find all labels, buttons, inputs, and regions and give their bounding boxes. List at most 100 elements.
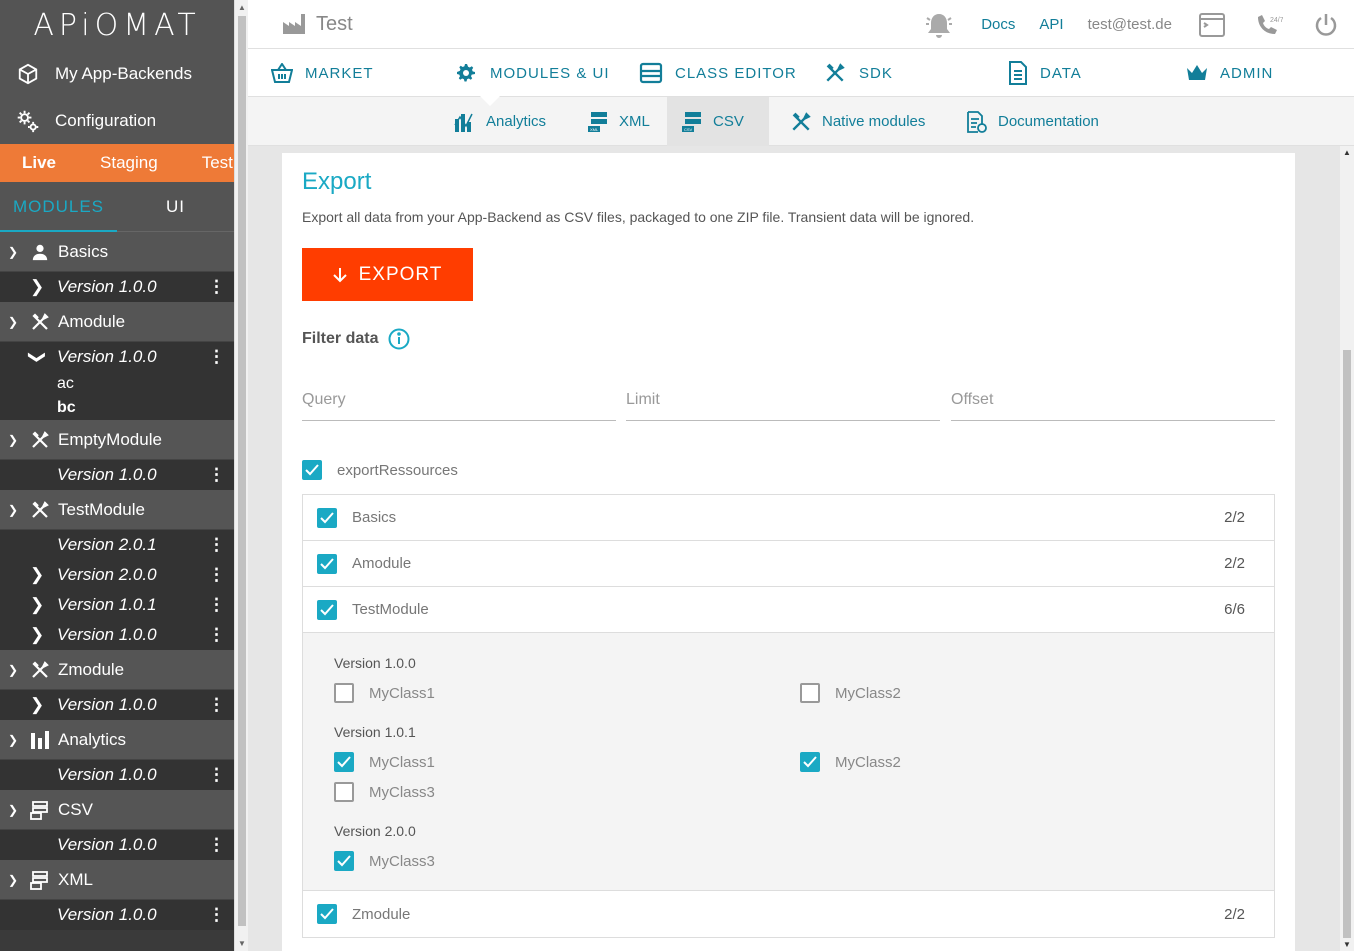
module-checkbox[interactable]: [317, 904, 337, 924]
module-checkbox[interactable]: [317, 599, 337, 620]
apiomat-logo[interactable]: APiOMAT: [0, 0, 234, 50]
module-emptymodule[interactable]: ❯ EmptyModule: [0, 420, 234, 460]
version-row[interactable]: Version 1.0.0 ⋮: [0, 830, 234, 860]
module-csv[interactable]: ❯ CSV: [0, 790, 234, 830]
nav-market[interactable]: MARKET: [271, 49, 374, 97]
subnav-native-modules[interactable]: Native modules: [776, 97, 939, 146]
export-resources-checkbox[interactable]: [302, 460, 322, 480]
more-vert-icon[interactable]: ⋮: [208, 465, 225, 485]
limit-input[interactable]: [626, 391, 940, 409]
more-vert-icon[interactable]: ⋮: [208, 625, 225, 645]
export-button[interactable]: EXPORT: [302, 248, 473, 301]
version-row[interactable]: Version 2.0.1 ⋮: [0, 530, 234, 560]
version-row[interactable]: ❯ Version 1.0.0 ⋮: [0, 272, 234, 302]
query-input[interactable]: [302, 391, 616, 409]
class-checkbox[interactable]: [800, 683, 820, 703]
docs-link[interactable]: Docs: [981, 16, 1015, 33]
more-vert-icon[interactable]: ⋮: [208, 765, 225, 785]
more-vert-icon[interactable]: ⋮: [208, 905, 225, 925]
version-row[interactable]: ❯ Version 1.0.0 ⋮: [0, 342, 234, 372]
class-checkbox[interactable]: [334, 752, 354, 772]
nav-admin[interactable]: ADMIN: [1186, 49, 1273, 97]
sidebar-scrollbar[interactable]: ▲ ▼: [234, 0, 248, 951]
chevron-down-icon[interactable]: ❯: [8, 503, 22, 517]
module-row-testmodule[interactable]: TestModule 6/6: [303, 587, 1274, 633]
class-checkbox[interactable]: [334, 782, 354, 802]
subnav-csv[interactable]: CSV CSV: [667, 97, 769, 146]
xml-icon: [30, 870, 50, 890]
more-vert-icon[interactable]: ⋮: [208, 835, 225, 855]
chevron-right-icon[interactable]: ❯: [30, 277, 44, 297]
bell-icon[interactable]: [924, 12, 954, 38]
module-checkbox[interactable]: [317, 553, 337, 574]
version-row[interactable]: ❯ Version 2.0.0 ⋮: [0, 560, 234, 590]
nav-configuration[interactable]: Configuration: [0, 97, 234, 144]
api-link[interactable]: API: [1039, 16, 1063, 33]
class-item[interactable]: ac: [0, 372, 234, 396]
chevron-down-icon[interactable]: ❯: [8, 245, 22, 259]
chevron-down-icon[interactable]: ❯: [8, 733, 22, 747]
subnav-label: XML: [619, 113, 650, 130]
chevron-down-icon[interactable]: ❯: [8, 803, 22, 817]
subnav-label: Native modules: [822, 113, 926, 130]
more-vert-icon[interactable]: ⋮: [208, 595, 225, 615]
main-scrollbar[interactable]: ▲ ▼: [1340, 146, 1354, 951]
subnav-documentation[interactable]: Documentation: [952, 97, 1113, 146]
subnav-analytics[interactable]: Analytics: [440, 97, 560, 146]
class-checkbox[interactable]: [800, 752, 820, 772]
more-vert-icon[interactable]: ⋮: [208, 565, 225, 585]
offset-input[interactable]: [951, 391, 1275, 409]
version-row[interactable]: ❯ Version 1.0.0 ⋮: [0, 690, 234, 720]
env-tab-test[interactable]: Test: [180, 153, 234, 173]
terminal-icon[interactable]: [1199, 12, 1225, 37]
nav-class-editor[interactable]: CLASS EDITOR: [639, 49, 797, 97]
version-row[interactable]: Version 1.0.0 ⋮: [0, 460, 234, 490]
nav-my-app-backends[interactable]: My App-Backends: [0, 50, 234, 97]
module-checkbox[interactable]: [317, 507, 337, 528]
chevron-down-icon[interactable]: ❯: [27, 350, 47, 364]
module-testmodule[interactable]: ❯ TestModule: [0, 490, 234, 530]
more-vert-icon[interactable]: ⋮: [208, 695, 225, 715]
user-email[interactable]: test@test.de: [1088, 16, 1172, 33]
more-vert-icon[interactable]: ⋮: [208, 535, 225, 555]
tab-ui[interactable]: UI: [117, 182, 234, 232]
chevron-right-icon[interactable]: ❯: [30, 625, 44, 645]
query-field[interactable]: [302, 381, 616, 421]
env-tab-staging[interactable]: Staging: [78, 153, 180, 173]
info-icon[interactable]: [388, 328, 410, 350]
class-checkbox[interactable]: [334, 851, 354, 871]
version-row[interactable]: ❯ Version 1.0.1 ⋮: [0, 590, 234, 620]
chevron-down-icon[interactable]: ❯: [8, 873, 22, 887]
version-row[interactable]: Version 1.0.0 ⋮: [0, 900, 234, 930]
module-basics[interactable]: ❯ Basics: [0, 232, 234, 272]
version-row[interactable]: ❯ Version 1.0.0 ⋮: [0, 620, 234, 650]
nav-modules-ui[interactable]: MODULES & UI: [454, 49, 610, 97]
scrollbar-thumb[interactable]: [1343, 350, 1351, 938]
limit-field[interactable]: [626, 381, 940, 421]
scrollbar-thumb[interactable]: [238, 16, 246, 926]
version-row[interactable]: Version 1.0.0 ⋮: [0, 760, 234, 790]
chevron-down-icon[interactable]: ❯: [8, 433, 22, 447]
nav-data[interactable]: DATA: [1008, 49, 1082, 97]
chevron-right-icon[interactable]: ❯: [30, 565, 44, 585]
class-item[interactable]: bc: [0, 396, 234, 420]
tab-modules[interactable]: MODULES: [0, 182, 117, 232]
subnav-xml[interactable]: XML XML: [573, 97, 664, 146]
chevron-right-icon[interactable]: ❯: [30, 695, 44, 715]
more-vert-icon[interactable]: ⋮: [208, 277, 225, 297]
module-xml[interactable]: ❯ XML: [0, 860, 234, 900]
chevron-right-icon[interactable]: ❯: [30, 595, 44, 615]
chevron-down-icon[interactable]: ❯: [8, 663, 22, 677]
offset-field[interactable]: [951, 381, 1275, 421]
class-checkbox[interactable]: [334, 683, 354, 703]
nav-label: My App-Backends: [55, 63, 193, 83]
module-amodule[interactable]: ❯ Amodule: [0, 302, 234, 342]
chevron-down-icon[interactable]: ❯: [8, 315, 22, 329]
more-vert-icon[interactable]: ⋮: [208, 347, 225, 367]
module-analytics[interactable]: ❯ Analytics: [0, 720, 234, 760]
nav-sdk[interactable]: SDK: [823, 49, 893, 97]
env-tab-live[interactable]: Live: [0, 153, 78, 173]
module-zmodule[interactable]: ❯ Zmodule: [0, 650, 234, 690]
support-phone-icon[interactable]: 24/7: [1255, 13, 1283, 37]
power-icon[interactable]: [1313, 12, 1339, 38]
